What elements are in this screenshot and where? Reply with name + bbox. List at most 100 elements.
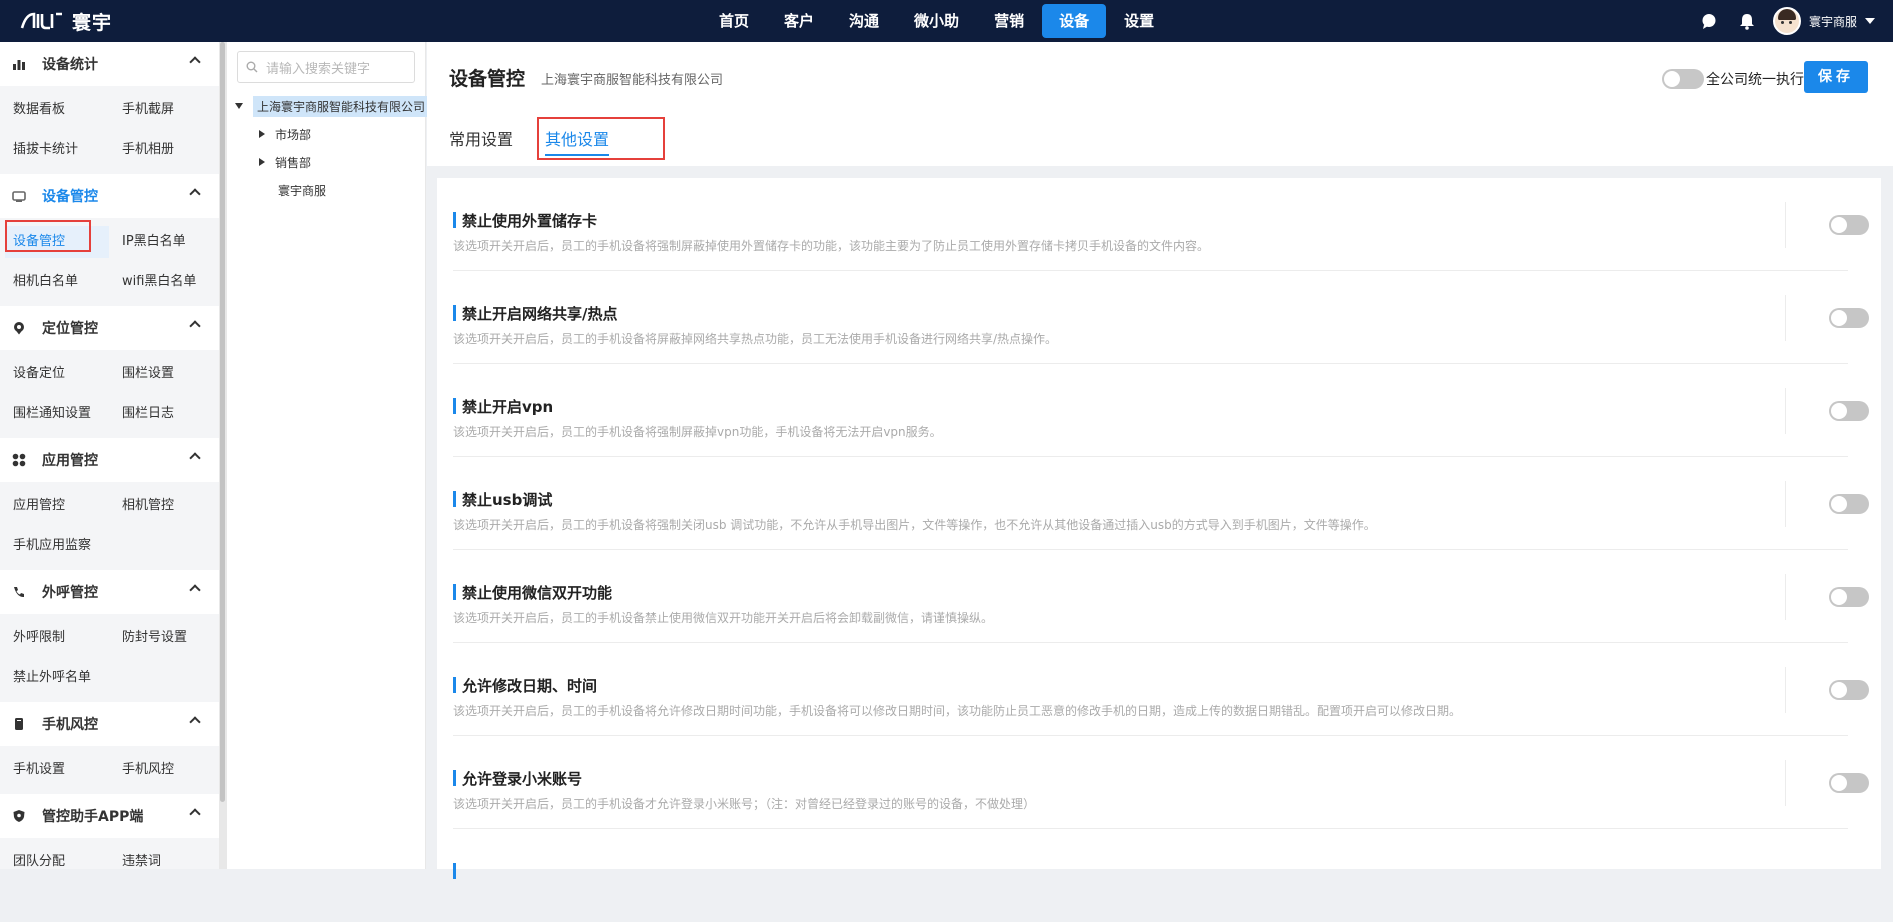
sidebar-item-team-assign[interactable]: 团队分配 xyxy=(0,846,109,869)
title-accent-bar xyxy=(453,305,456,321)
save-button[interactable]: 保存 xyxy=(1804,61,1868,93)
caret-right-icon[interactable] xyxy=(259,158,265,166)
sidebar-item-screenshot[interactable]: 手机截屏 xyxy=(109,94,218,126)
tree-node-marketing[interactable]: 市场部 xyxy=(227,120,427,148)
sidebar-item-camera-whitelist[interactable]: 相机白名单 xyxy=(0,266,109,298)
bar-chart-icon xyxy=(12,57,26,71)
avatar[interactable] xyxy=(1772,7,1801,35)
sidebar-item-dashboard[interactable]: 数据看板 xyxy=(0,94,109,126)
search-input[interactable]: 请输入搜索关键字 xyxy=(237,51,415,83)
divider xyxy=(1785,481,1786,527)
sidebar-scrollbar[interactable] xyxy=(219,42,226,869)
toggle-switch[interactable] xyxy=(1829,308,1869,328)
sidebar-item-call-limit[interactable]: 外呼限制 xyxy=(0,622,109,654)
location-pin-icon xyxy=(12,321,26,335)
highlight-box xyxy=(537,117,665,160)
sidebar-section-apps[interactable]: 应用管控 xyxy=(0,438,219,482)
sidebar-section-location[interactable]: 定位管控 xyxy=(0,306,219,350)
tree-node-huanyu[interactable]: 寰宇商服 xyxy=(227,176,427,204)
brand-logo[interactable]: 寰宇 xyxy=(20,8,112,34)
title-accent-bar xyxy=(453,584,456,600)
sidebar-section-device-control[interactable]: 设备管控 xyxy=(0,174,219,218)
nav-home[interactable]: 首页 xyxy=(702,4,766,38)
chevron-up-icon[interactable] xyxy=(189,584,201,596)
setting-desc: 该选项开关开启后，员工的手机设备才允许登录小米账号；（注：对曾经已经登录过的账号… xyxy=(453,797,1036,811)
sidebar-item-app-control[interactable]: 应用管控 xyxy=(0,490,109,522)
user-name[interactable]: 寰宇商服 xyxy=(1809,13,1857,30)
nav-assistant[interactable]: 微小助 xyxy=(897,4,976,38)
setting-item-hotspot: 禁止开启网络共享/热点 该选项开关开启后，员工的手机设备将屏蔽掉网络共享热点功能… xyxy=(453,271,1869,364)
chevron-up-icon[interactable] xyxy=(189,808,201,820)
sidebar-section-items: 外呼限制 防封号设置 禁止外呼名单 xyxy=(0,614,219,702)
chevron-up-icon[interactable] xyxy=(189,56,201,68)
setting-desc: 该选项开关开启后，员工的手机设备将允许修改日期时间功能，手机设备将可以修改日期时… xyxy=(453,704,1462,718)
toggle-switch[interactable] xyxy=(1829,494,1869,514)
divider xyxy=(1785,388,1786,434)
sidebar-item-phone-settings[interactable]: 手机设置 xyxy=(0,754,109,786)
sidebar-item-locate[interactable]: 设备定位 xyxy=(0,358,109,390)
nav-device[interactable]: 设备 xyxy=(1042,4,1107,38)
setting-title: 允许修改日期、时间 xyxy=(462,677,598,695)
setting-desc: 该选项开关开启后，员工的手机设备将强制屏蔽掉使用外置储存卡的功能，该功能主要为了… xyxy=(453,239,1210,253)
sidebar-item-fence-settings[interactable]: 围栏设置 xyxy=(109,358,218,390)
brand-name: 寰宇 xyxy=(72,11,113,34)
tree-node-root[interactable]: 上海寰宇商服智能科技有限公司 xyxy=(227,92,427,120)
nav-settings[interactable]: 设置 xyxy=(1107,4,1171,38)
sidebar-item-call-blacklist[interactable]: 禁止外呼名单 xyxy=(0,662,200,694)
divider xyxy=(1785,574,1786,620)
nav-communication[interactable]: 沟通 xyxy=(832,4,896,38)
toggle-switch[interactable] xyxy=(1829,587,1869,607)
chevron-up-icon[interactable] xyxy=(189,452,201,464)
chevron-down-icon[interactable] xyxy=(1865,18,1875,24)
sidebar-item-banned-words[interactable]: 违禁词 xyxy=(109,846,218,869)
nav-customers[interactable]: 客户 xyxy=(767,4,831,38)
toggle-switch[interactable] xyxy=(1829,401,1869,421)
apps-grid-icon xyxy=(12,453,26,467)
setting-item-external-storage: 禁止使用外置储存卡 该选项开关开启后，员工的手机设备将强制屏蔽掉使用外置储存卡的… xyxy=(453,178,1869,271)
tree-node-sales[interactable]: 销售部 xyxy=(227,148,427,176)
setting-title: 禁止使用微信双开功能 xyxy=(462,584,613,602)
bell-icon[interactable] xyxy=(1737,11,1757,31)
sidebar-section-title: 应用管控 xyxy=(42,453,98,469)
toggle-switch[interactable] xyxy=(1829,773,1869,793)
chevron-up-icon[interactable] xyxy=(189,320,201,332)
caret-right-icon[interactable] xyxy=(259,130,265,138)
setting-title: 允许登录小米账号 xyxy=(462,770,583,788)
chevron-up-icon[interactable] xyxy=(189,716,201,728)
setting-desc: 该选项开关开启后，员工的手机设备将屏蔽掉网络共享热点功能，员工无法使用手机设备进… xyxy=(453,332,1058,346)
company-name: 上海寰宇商服智能科技有限公司 xyxy=(541,73,724,88)
org-tree: 上海寰宇商服智能科技有限公司 市场部 销售部 寰宇商服 xyxy=(227,92,427,204)
page-title: 设备管控 xyxy=(449,68,526,90)
sidebar-section-items: 设备定位 围栏设置 围栏通知设置 围栏日志 xyxy=(0,350,219,438)
brand-logo-icon xyxy=(20,12,62,30)
sidebar-item-fence-notify[interactable]: 围栏通知设置 xyxy=(0,398,109,430)
shield-icon xyxy=(12,809,26,823)
sidebar-item-fence-log[interactable]: 围栏日志 xyxy=(109,398,218,430)
toggle-switch[interactable] xyxy=(1829,680,1869,700)
sidebar-section-outbound[interactable]: 外呼管控 xyxy=(0,570,219,614)
nav-marketing[interactable]: 营销 xyxy=(977,4,1041,38)
sidebar-item-wifi-list[interactable]: wifi黑白名单 xyxy=(109,266,218,298)
setting-item-xiaomi-account: 允许登录小米账号 该选项开关开启后，员工的手机设备才允许登录小米账号；（注：对曾… xyxy=(453,736,1869,829)
sidebar-item-app-monitor[interactable]: 手机应用监察 xyxy=(0,530,200,562)
org-tree-panel: 请输入搜索关键字 上海寰宇商服智能科技有限公司 市场部 销售部 寰宇商服 xyxy=(226,42,427,869)
chevron-up-icon[interactable] xyxy=(189,188,201,200)
sidebar-item-phone-risk[interactable]: 手机风控 xyxy=(109,754,218,786)
sidebar-item-album[interactable]: 手机相册 xyxy=(109,134,218,166)
tab-common-settings[interactable]: 常用设置 xyxy=(449,126,513,150)
caret-down-icon[interactable] xyxy=(235,103,243,109)
sidebar-section-title: 外呼管控 xyxy=(42,585,98,601)
toggle-switch[interactable] xyxy=(1829,215,1869,235)
title-accent-bar xyxy=(453,398,456,414)
sidebar-item-ip-list[interactable]: IP黑白名单 xyxy=(109,226,218,258)
sidebar-section-mobile-risk[interactable]: 手机风控 xyxy=(0,702,219,746)
tree-node-label: 市场部 xyxy=(275,127,312,142)
sidebar-section-items: 手机设置 手机风控 xyxy=(0,746,219,794)
sidebar-item-sim-stats[interactable]: 插拔卡统计 xyxy=(0,134,109,166)
sidebar-section-device-stats[interactable]: 设备统计 xyxy=(0,42,219,86)
sidebar-item-anti-ban[interactable]: 防封号设置 xyxy=(109,622,218,654)
sidebar-section-app-assistant[interactable]: 管控助手APP端 xyxy=(0,794,219,838)
sidebar-item-camera-control[interactable]: 相机管控 xyxy=(109,490,218,522)
chat-icon[interactable] xyxy=(1699,11,1719,31)
company-wide-toggle[interactable] xyxy=(1662,69,1704,89)
